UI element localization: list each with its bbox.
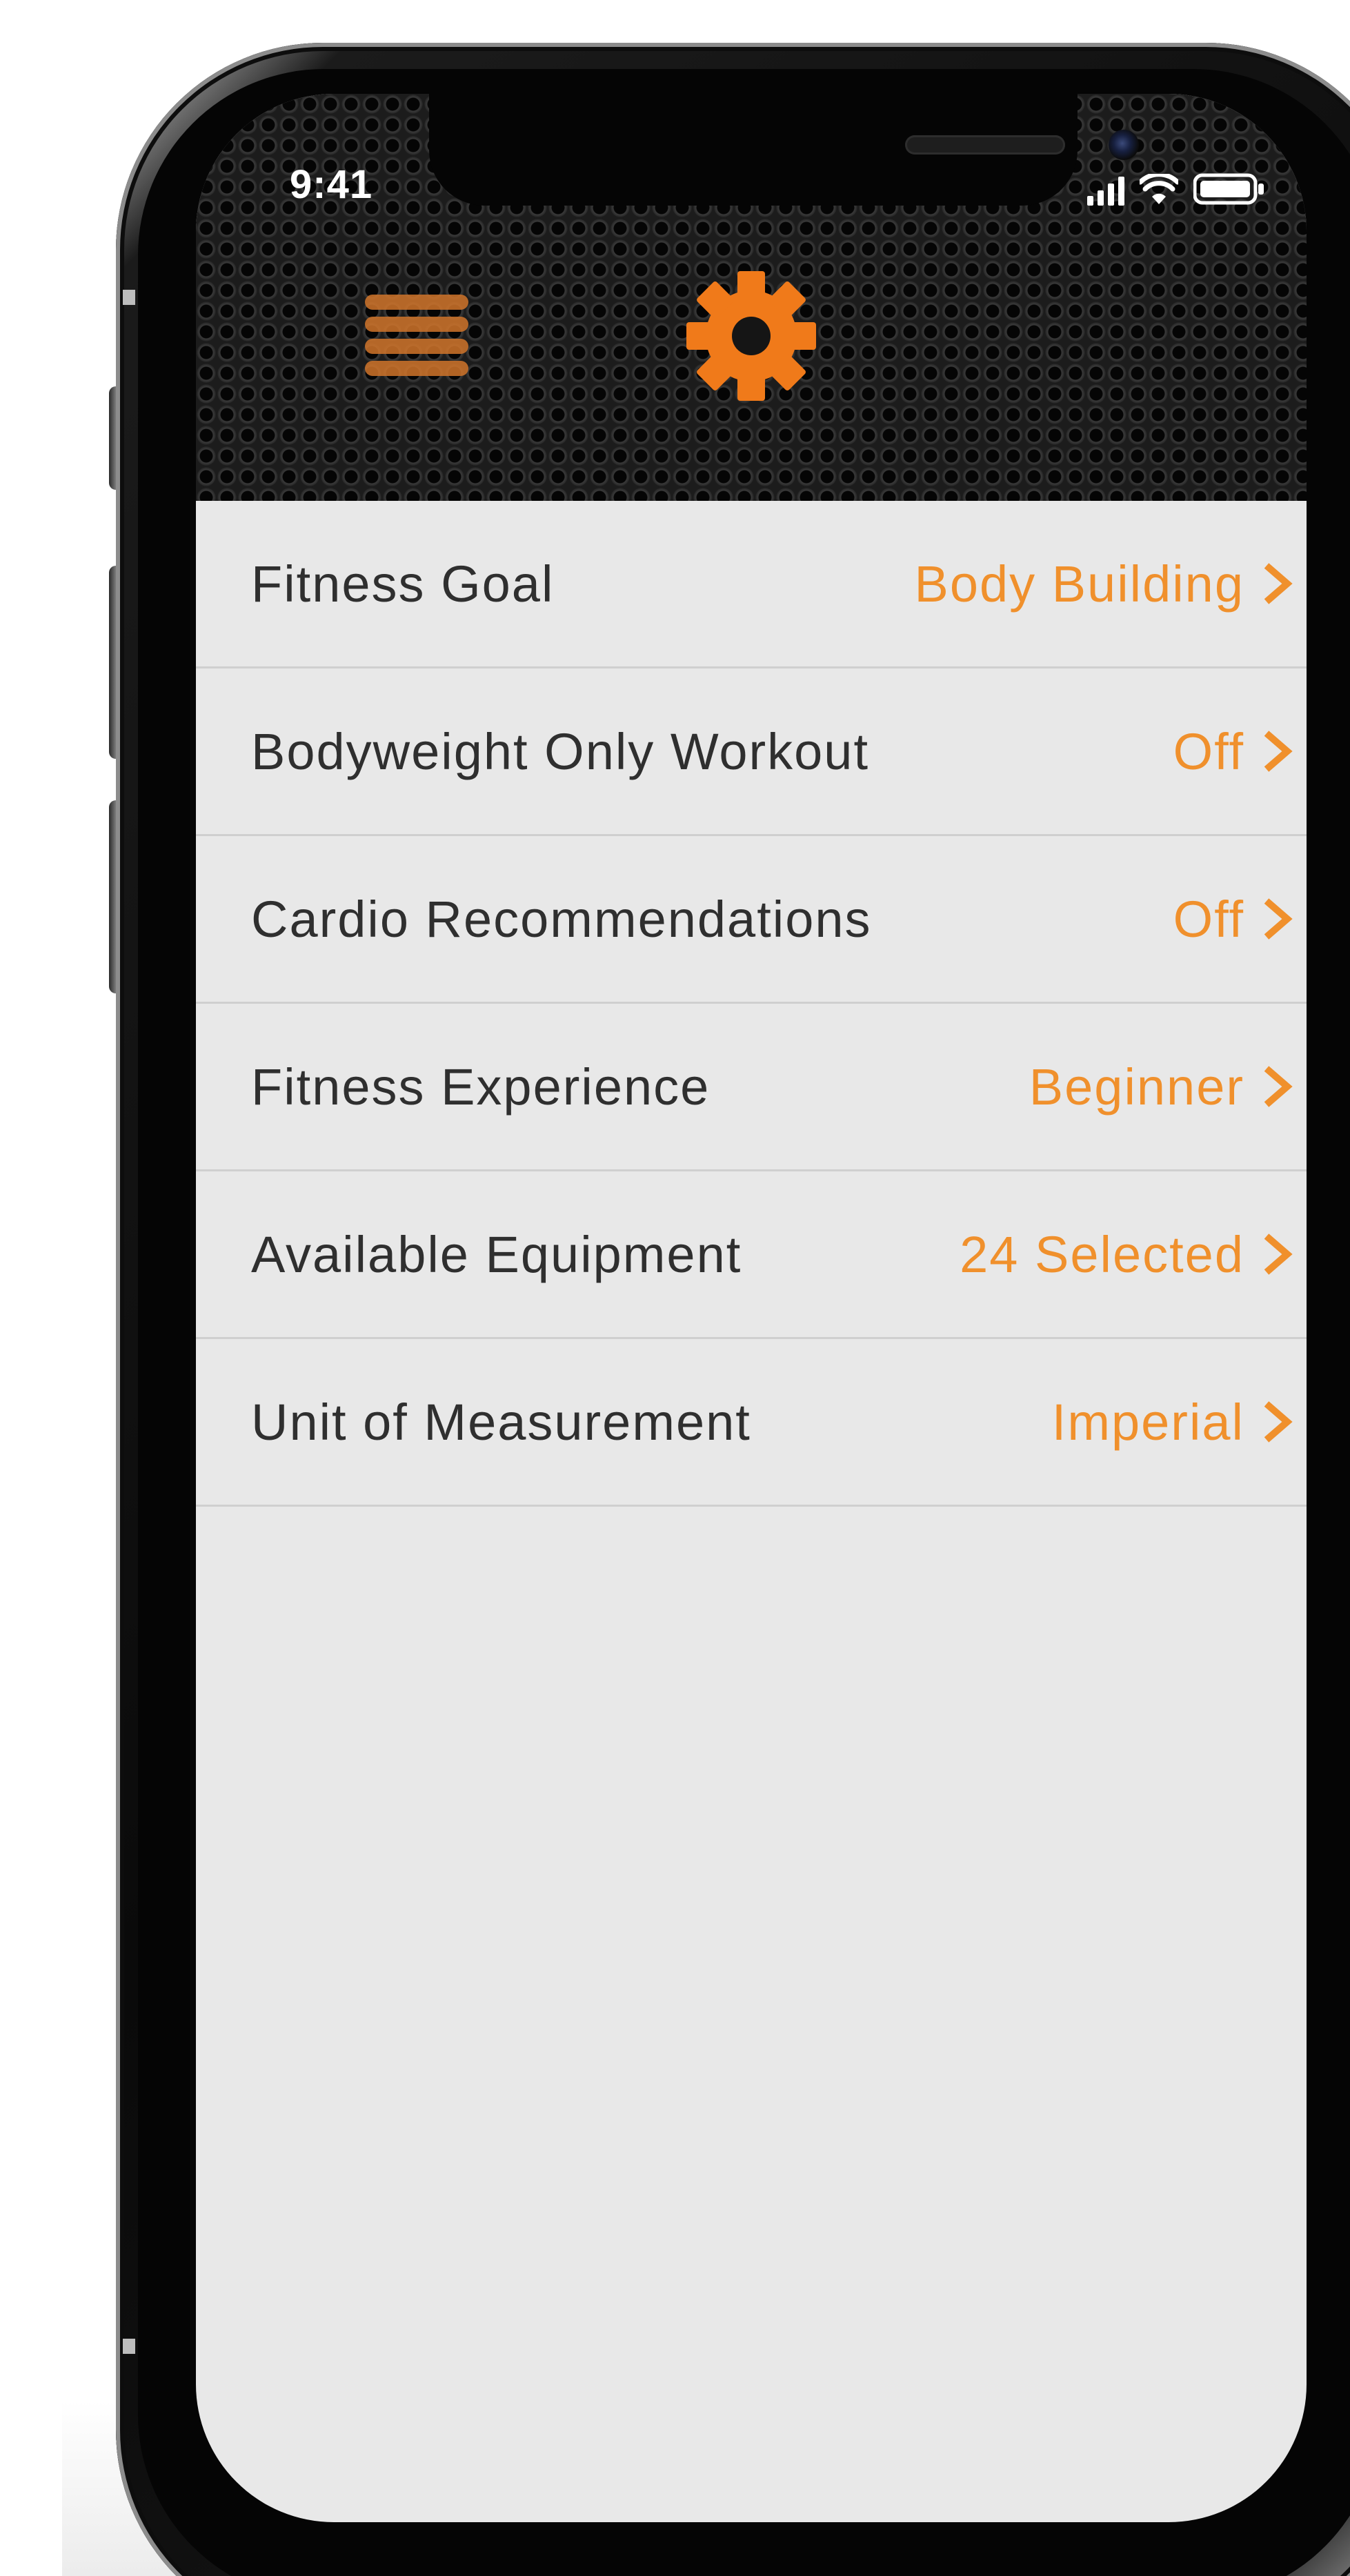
settings-row-cardio-recommendations[interactable]: Cardio Recommendations Off: [196, 836, 1307, 1004]
chevron-right-icon: [1262, 562, 1293, 606]
chevron-right-icon: [1262, 1232, 1293, 1276]
settings-gear: [679, 264, 824, 408]
chevron-right-icon: [1262, 897, 1293, 941]
gear-icon: [686, 271, 816, 401]
row-label: Available Equipment: [251, 1225, 742, 1283]
status-time: 9:41: [290, 162, 373, 207]
hamburger-menu-icon: [365, 295, 468, 376]
earpiece-speaker: [905, 135, 1065, 155]
signal-icon: [1087, 174, 1124, 206]
row-value-group: Beginner: [1029, 1058, 1293, 1116]
settings-row-bodyweight-only-workout[interactable]: Bodyweight Only Workout Off: [196, 668, 1307, 836]
row-value-group: Off: [1173, 722, 1293, 781]
wifi-icon: [1140, 174, 1178, 206]
row-value: Off: [1173, 890, 1244, 948]
settings-row-unit-of-measurement[interactable]: Unit of Measurement Imperial: [196, 1339, 1307, 1507]
row-label: Cardio Recommendations: [251, 890, 872, 948]
settings-row-available-equipment[interactable]: Available Equipment 24 Selected: [196, 1171, 1307, 1339]
row-value-group: Body Building: [914, 555, 1293, 613]
row-value: 24 Selected: [960, 1225, 1244, 1283]
front-camera: [1109, 130, 1139, 160]
status-icons: [1087, 164, 1265, 206]
settings-row-fitness-goal[interactable]: Fitness Goal Body Building: [196, 501, 1307, 668]
chevron-right-icon: [1262, 729, 1293, 773]
row-value-group: 24 Selected: [960, 1225, 1293, 1284]
device-mockup: 9:41 Fitness Goal Body Building Bodyweig…: [0, 0, 1350, 2576]
chevron-right-icon: [1262, 1400, 1293, 1444]
phone-screen: 9:41 Fitness Goal Body Building Bodyweig…: [196, 94, 1307, 2522]
row-label: Bodyweight Only Workout: [251, 722, 870, 780]
row-value-group: Off: [1173, 890, 1293, 949]
row-label: Fitness Experience: [251, 1058, 711, 1116]
row-label: Fitness Goal: [251, 555, 555, 613]
notch: [429, 94, 1139, 206]
antenna-band: [123, 290, 135, 305]
row-value: Off: [1173, 722, 1244, 780]
settings-list: Fitness Goal Body Building Bodyweight On…: [196, 501, 1307, 1507]
row-value: Body Building: [914, 555, 1244, 613]
antenna-band: [123, 2339, 135, 2354]
battery-icon: [1193, 172, 1265, 206]
menu-button[interactable]: [361, 287, 472, 384]
app-header: 9:41: [196, 94, 1307, 501]
row-label: Unit of Measurement: [251, 1393, 751, 1451]
row-value: Imperial: [1051, 1393, 1244, 1451]
settings-row-fitness-experience[interactable]: Fitness Experience Beginner: [196, 1004, 1307, 1171]
chevron-right-icon: [1262, 1064, 1293, 1109]
row-value-group: Imperial: [1052, 1393, 1293, 1452]
row-value: Beginner: [1029, 1058, 1244, 1116]
